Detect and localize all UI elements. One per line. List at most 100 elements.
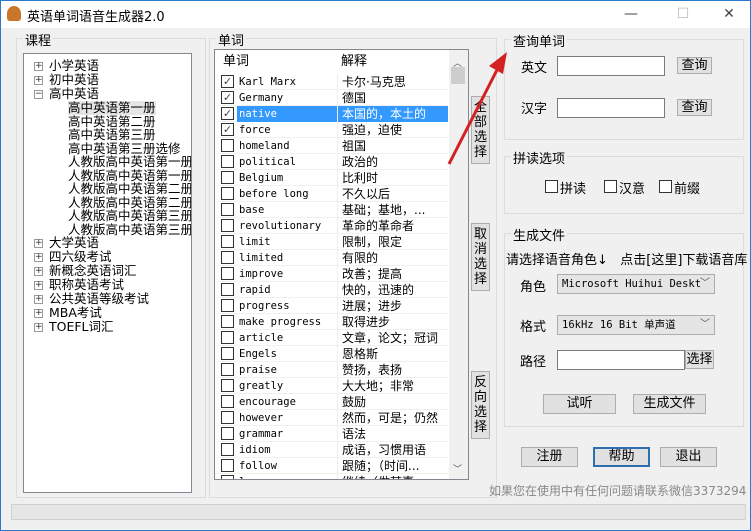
expand-icon[interactable]: + [34, 323, 43, 332]
tree-node[interactable]: 四六级考试 [49, 250, 112, 264]
word-checkbox[interactable] [221, 475, 234, 479]
tree-node[interactable]: TOEFL词汇 [49, 320, 114, 334]
tree-node[interactable]: 公共英语等级考试 [49, 292, 149, 306]
tree-child-node[interactable]: 人教版高中英语第三册. [68, 209, 191, 223]
word-checkbox[interactable] [221, 299, 234, 312]
word-row[interactable]: ✓ Karl Marx 卡尔·马克思 [215, 74, 448, 90]
query-chinese-button[interactable]: 查询 [677, 99, 712, 116]
tree-node[interactable]: 大学英语 [49, 236, 99, 250]
word-row[interactable]: however 然而，可是；仍然 [215, 410, 448, 426]
course-tree[interactable]: + 小学英语 + 初中英语 − 高中英语 高中英语第一册 高中英语第二册 高中英语第三册 高中英语… [23, 53, 192, 493]
word-row[interactable]: limited 有限的 [215, 250, 448, 266]
preview-button[interactable]: 试听 [543, 394, 616, 414]
word-row[interactable]: encourage 鼓励 [215, 394, 448, 410]
format-select[interactable]: 16kHz 16 Bit 单声道 ﹀ [557, 315, 715, 335]
word-row[interactable]: greatly 大大地；非常 [215, 378, 448, 394]
word-row[interactable]: Belgium 比利时 [215, 170, 448, 186]
choose-path-button[interactable]: 选择 [685, 350, 714, 369]
word-row[interactable]: progress 进展；进步 [215, 298, 448, 314]
word-checkbox[interactable]: ✓ [221, 107, 234, 120]
deselect-button[interactable]: 取消选择 [471, 223, 490, 291]
word-checkbox[interactable] [221, 155, 234, 168]
word-checkbox[interactable] [221, 187, 234, 200]
word-checkbox[interactable] [221, 203, 234, 216]
maximize-button[interactable]: ☐ [673, 4, 693, 24]
word-checkbox[interactable] [221, 427, 234, 440]
word-row[interactable]: revolutionary 革命的革命者 [215, 218, 448, 234]
collapse-icon[interactable]: − [34, 90, 43, 99]
word-checkbox[interactable]: ✓ [221, 91, 234, 104]
word-row[interactable]: praise 赞扬，表扬 [215, 362, 448, 378]
word-checkbox[interactable] [221, 443, 234, 456]
column-header-meaning[interactable]: 解释 [341, 50, 367, 74]
minimize-button[interactable]: — [621, 4, 641, 24]
word-row[interactable]: ✓ force 强迫，迫使 [215, 122, 448, 138]
chinese-input[interactable] [557, 98, 665, 118]
tree-node[interactable]: 新概念英语词汇 [49, 264, 137, 278]
word-checkbox[interactable] [221, 379, 234, 392]
word-row[interactable]: ✓ native 本国的，本土的 [215, 106, 448, 122]
word-checkbox[interactable] [221, 267, 234, 280]
tree-child-node[interactable]: 高中英语第三册 [68, 128, 156, 142]
expand-icon[interactable]: + [34, 253, 43, 262]
tree-node[interactable]: 职称英语考试 [49, 278, 124, 292]
tree-node[interactable]: MBA考试 [49, 306, 102, 320]
english-input[interactable] [557, 56, 665, 76]
expand-icon[interactable]: + [34, 76, 43, 85]
spell-checkbox[interactable] [545, 180, 558, 193]
word-row[interactable]: follow 跟随；（时间... [215, 458, 448, 474]
word-row[interactable]: limit 限制，限定 [215, 234, 448, 250]
word-row[interactable]: grammar 语法 [215, 426, 448, 442]
word-row[interactable]: homeland 祖国 [215, 138, 448, 154]
word-row[interactable]: article 文章，论文；冠词 [215, 330, 448, 346]
word-row[interactable]: improve 改善；提高 [215, 266, 448, 282]
tree-node[interactable]: 初中英语 [49, 73, 99, 87]
path-input[interactable] [557, 350, 685, 370]
word-checkbox[interactable] [221, 347, 234, 360]
word-row[interactable]: political 政治的 [215, 154, 448, 170]
word-checkbox[interactable] [221, 411, 234, 424]
word-checkbox[interactable] [221, 139, 234, 152]
word-row[interactable]: Engels 恩格斯 [215, 346, 448, 362]
exit-button[interactable]: 退出 [660, 447, 717, 467]
word-checkbox[interactable] [221, 283, 234, 296]
invert-selection-button[interactable]: 反向选择 [471, 371, 490, 439]
expand-icon[interactable]: + [34, 267, 43, 276]
word-checkbox[interactable] [221, 459, 234, 472]
expand-icon[interactable]: + [34, 295, 43, 304]
word-checkbox[interactable] [221, 171, 234, 184]
help-button[interactable]: 帮助 [593, 447, 650, 467]
tree-child-node[interactable]: 人教版高中英语第二册. [68, 182, 191, 196]
word-checkbox[interactable] [221, 251, 234, 264]
word-list[interactable]: 单词 解释 ︿ ﹀ ✓ Karl Marx 卡尔·马克思 ✓ Germany 德国 ✓ nat… [214, 49, 469, 480]
tree-node[interactable]: 小学英语 [49, 59, 99, 73]
column-header-word[interactable]: 单词 [223, 50, 249, 74]
word-checkbox[interactable] [221, 219, 234, 232]
prefix-checkbox[interactable] [659, 180, 672, 193]
word-row[interactable]: base 基础；基地，... [215, 202, 448, 218]
word-row[interactable]: ✓ Germany 德国 [215, 90, 448, 106]
word-row[interactable]: make progress 取得进步 [215, 314, 448, 330]
expand-icon[interactable]: + [34, 62, 43, 71]
word-row[interactable]: idiom 成语，习惯用语 [215, 442, 448, 458]
tree-child-node[interactable]: 人教版高中英语第一册. [68, 155, 191, 169]
expand-icon[interactable]: + [34, 309, 43, 318]
word-checkbox[interactable] [221, 315, 234, 328]
scroll-down-icon[interactable]: ﹀ [453, 462, 462, 475]
close-button[interactable]: ✕ [719, 4, 739, 24]
word-checkbox[interactable]: ✓ [221, 75, 234, 88]
generate-file-button[interactable]: 生成文件 [633, 394, 706, 414]
register-button[interactable]: 注册 [521, 447, 578, 467]
meaning-checkbox[interactable] [604, 180, 617, 193]
tree-child-node[interactable]: 高中英语第一册 [68, 101, 156, 115]
word-checkbox[interactable] [221, 235, 234, 248]
role-select[interactable]: Microsoft Huihui Deskt ﹀ [557, 274, 715, 294]
word-checkbox[interactable] [221, 363, 234, 376]
voice-hint-link[interactable]: 请选择语音角色↓ 点击[这里]下载语音库 [506, 249, 747, 268]
word-row[interactable]: before long 不久以后 [215, 186, 448, 202]
tree-node[interactable]: 高中英语 [49, 87, 99, 101]
query-english-button[interactable]: 查询 [677, 57, 712, 74]
word-checkbox[interactable]: ✓ [221, 123, 234, 136]
expand-icon[interactable]: + [34, 281, 43, 290]
word-checkbox[interactable] [221, 331, 234, 344]
